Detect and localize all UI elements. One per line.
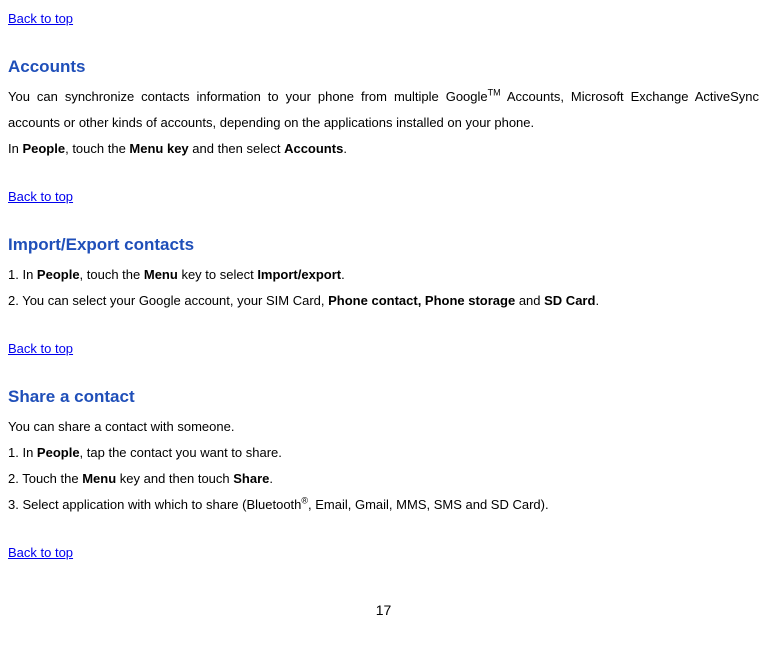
text-bold: Share: [233, 471, 269, 486]
text: 3. Select application with which to shar…: [8, 497, 301, 512]
text: key and then touch: [116, 471, 233, 486]
import-export-heading: Import/Export contacts: [8, 228, 759, 262]
text-bold: Menu: [82, 471, 116, 486]
text-bold: People: [37, 445, 80, 460]
share-para-1: You can share a contact with someone.: [8, 414, 759, 440]
text-bold: Menu: [144, 267, 178, 282]
text-bold: SD Card: [544, 293, 595, 308]
share-step-3: 3. Select application with which to shar…: [8, 492, 759, 518]
text: You can synchronize contacts information…: [8, 89, 488, 104]
share-step-1: 1. In People, tap the contact you want t…: [8, 440, 759, 466]
accounts-para-2: In People, touch the Menu key and then s…: [8, 136, 759, 162]
back-to-top-link[interactable]: Back to top: [8, 6, 73, 32]
text: 2. You can select your Google account, y…: [8, 293, 328, 308]
import-export-step-1: 1. In People, touch the Menu key to sele…: [8, 262, 759, 288]
back-to-top-link[interactable]: Back to top: [8, 184, 73, 210]
text: , tap the contact you want to share.: [80, 445, 282, 460]
text: 1. In: [8, 267, 37, 282]
share-step-2: 2. Touch the Menu key and then touch Sha…: [8, 466, 759, 492]
text-bold: People: [22, 141, 65, 156]
page-number: 17: [8, 596, 759, 624]
text-bold: Menu key: [129, 141, 188, 156]
text: 1. In: [8, 445, 37, 460]
text: , touch the: [80, 267, 144, 282]
text: and: [515, 293, 544, 308]
text: , Email, Gmail, MMS, SMS and SD Card).: [308, 497, 549, 512]
accounts-para-1: You can synchronize contacts information…: [8, 84, 759, 136]
text-bold: Import/export: [257, 267, 341, 282]
text-bold: Phone contact, Phone storage: [328, 293, 515, 308]
text: .: [269, 471, 273, 486]
text: .: [595, 293, 599, 308]
text: In: [8, 141, 22, 156]
import-export-step-2: 2. You can select your Google account, y…: [8, 288, 759, 314]
text: .: [343, 141, 347, 156]
text: 2. Touch the: [8, 471, 82, 486]
text: key to select: [178, 267, 257, 282]
accounts-heading: Accounts: [8, 50, 759, 84]
text-bold: People: [37, 267, 80, 282]
trademark-superscript: TM: [488, 88, 501, 98]
text-bold: Accounts: [284, 141, 343, 156]
back-to-top-link[interactable]: Back to top: [8, 336, 73, 362]
text: and then select: [189, 141, 284, 156]
share-contact-heading: Share a contact: [8, 380, 759, 414]
back-to-top-link[interactable]: Back to top: [8, 540, 73, 566]
text: .: [341, 267, 345, 282]
text: , touch the: [65, 141, 129, 156]
